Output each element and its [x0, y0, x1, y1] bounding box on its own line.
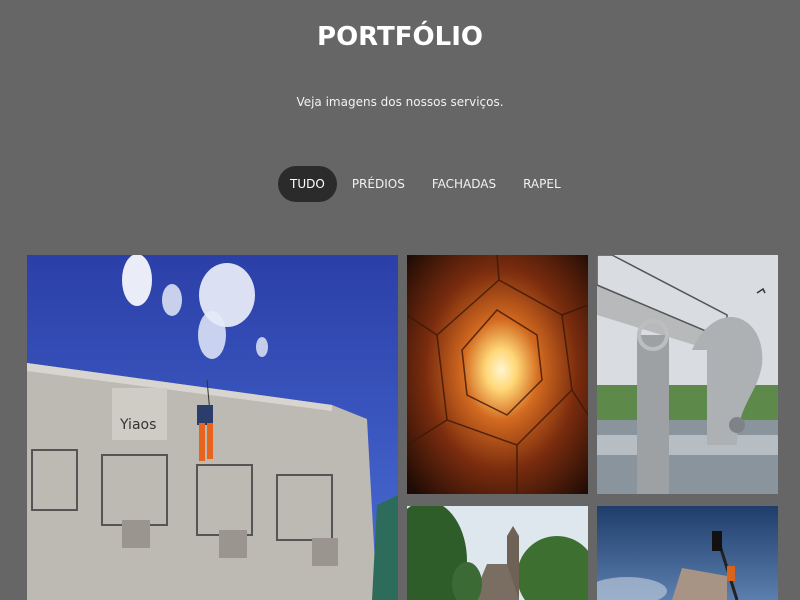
filter-rapel[interactable]: RAPEL: [511, 166, 573, 202]
courtyard-photo: [407, 255, 588, 494]
rope-access-photo: Yiaos: [27, 255, 398, 600]
bridge-photo: [597, 255, 778, 494]
filter-fachadas[interactable]: FACHADAS: [420, 166, 508, 202]
gallery-item-rope-access[interactable]: Yiaos: [27, 255, 398, 600]
filter-tudo[interactable]: TUDO: [278, 166, 337, 202]
church-photo: [407, 506, 588, 600]
page-title: PORTFÓLIO: [317, 22, 483, 52]
filter-predios[interactable]: PRÉDIOS: [340, 166, 417, 202]
gallery-item-church[interactable]: [407, 506, 588, 600]
filter-bar: TUDO PRÉDIOS FACHADAS RAPEL: [278, 166, 576, 202]
gallery-item-bridge[interactable]: [597, 255, 778, 494]
portfolio-section: PORTFÓLIO Veja imagens dos nossos serviç…: [0, 0, 800, 600]
page-subtitle: Veja imagens dos nossos serviços.: [296, 95, 504, 109]
gallery-item-courtyard[interactable]: [407, 255, 588, 494]
crane-photo: [597, 506, 778, 600]
svg-text:Yiaos: Yiaos: [119, 417, 156, 433]
gallery-item-crane[interactable]: [597, 506, 778, 600]
